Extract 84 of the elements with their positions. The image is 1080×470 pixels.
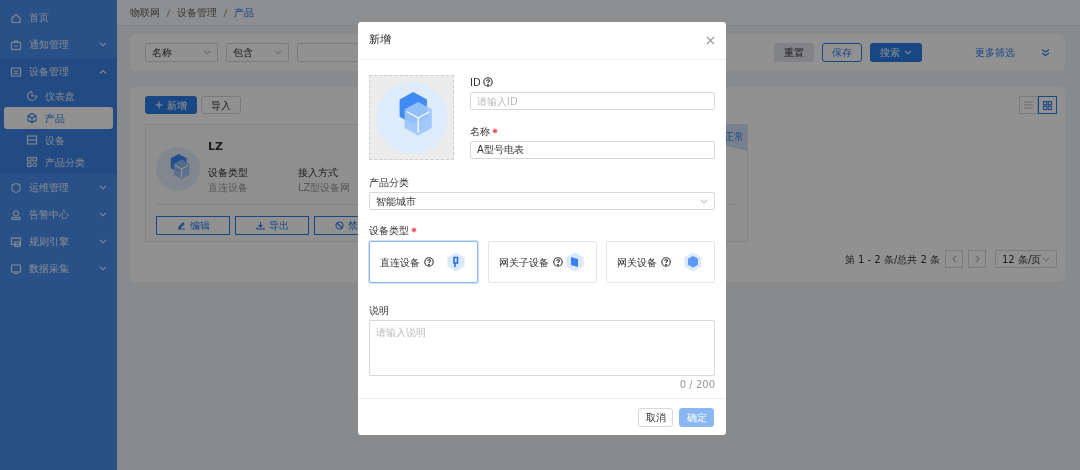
pie-chart-icon [26,90,38,102]
chevron-icon [99,266,107,271]
input-field[interactable]: A型号电表 [470,141,715,159]
filter-button[interactable]: 重置 [774,43,814,62]
sidebar-item[interactable]: 数据采集 [0,255,117,282]
chevron-icon [904,50,912,55]
chevron-icon [99,69,107,74]
chevron-icon [99,212,107,217]
card-action-button[interactable]: 导出 [235,215,309,235]
sidebar-item[interactable]: 产品分类 [4,151,113,173]
option-label: 网关设备 [617,255,657,270]
sidebar-item[interactable]: 设备管理 [0,58,117,85]
sidebar-item[interactable]: 通知管理 [0,31,117,58]
chevron-icon [99,239,107,244]
chevron-icon [99,42,107,47]
chevron-icon [99,185,107,190]
ban-icon [335,220,344,230]
person-icon [10,208,22,221]
breadcrumb-item: 产品 [234,6,254,20]
chevron-icon [1042,256,1050,262]
chevron-icon [700,198,708,204]
field-label: ID [470,75,481,90]
filter-button[interactable]: 搜索 [870,43,922,62]
screens-icon [10,235,22,248]
chevron-icon [274,50,282,55]
select-field[interactable]: 包含 [226,43,289,62]
field-label: 产品分类 [369,175,409,190]
description-field[interactable]: 请输入说明 [369,320,715,376]
list-icon [26,134,38,146]
pencil-icon [177,220,186,230]
chip-icon [445,251,467,273]
list-icon [10,65,22,78]
view-toggle[interactable] [1038,96,1057,114]
option-label: 网关子设备 [498,255,549,270]
breadcrumb-item[interactable]: 物联网 [130,5,160,20]
sidebar-item[interactable]: 产品 [4,107,113,129]
image-upload[interactable] [369,75,454,160]
field-label: 名称 [470,124,490,139]
filter-button[interactable]: 保存 [822,43,862,62]
category-icon [26,156,38,168]
close-icon[interactable] [706,36,715,45]
field-label: 设备类型 [208,165,249,180]
product-name: LZ [208,139,224,155]
field-label: 说明 [369,303,389,318]
field-label: 接入方式 [298,165,339,180]
chevron-right-icon [974,255,980,263]
more-filters-link[interactable]: 更多筛选 [975,45,1015,60]
shield-icon [10,181,22,194]
toolbar-button[interactable]: 新增 [145,96,197,114]
dialog-title: 新增 [369,32,391,49]
download-icon [256,220,265,230]
breadcrumb-separator [166,7,171,18]
sidebar-item[interactable]: 告警中心 [0,201,117,228]
card-action-button[interactable]: 编辑 [156,215,230,235]
chevron-icon [203,50,211,55]
option-label: 直连设备 [380,255,420,270]
select-field[interactable]: 智能城市 [369,192,715,210]
input-field[interactable]: 请输入ID [470,92,715,110]
breadcrumb-item[interactable]: 设备管理 [177,5,217,20]
pagination-summary: 第 1 - 2 条/总共 2 条 [844,252,940,267]
briefcase-icon [10,38,22,51]
home-icon [10,11,22,24]
cancel-button[interactable]: 取消 [638,407,673,427]
breadcrumb-separator [223,7,228,18]
panel-icon [563,251,586,273]
select-field[interactable]: 名称 [145,43,218,62]
chevron-left-icon [951,255,957,263]
plus-icon [155,101,163,109]
sidebar-item[interactable]: 首页 [0,4,117,31]
sidebar-item[interactable]: 设备 [4,129,113,151]
sidebar-item[interactable]: 规则引擎 [0,228,117,255]
device-type-option[interactable]: 直连设备 [369,241,478,283]
cube-icon [26,112,38,124]
monitor-icon [10,262,22,275]
page-size-select[interactable]: 12 条/页 [995,250,1057,268]
sidebar-item[interactable]: 仪表盘 [4,85,113,107]
device-type-option[interactable]: 网关子设备 [487,241,597,283]
character-counter: 0 / 200 [679,378,715,392]
device-type-option[interactable]: 网关设备 [606,241,715,283]
cube-icon [682,251,704,273]
double-chevron-icon[interactable] [1041,48,1050,57]
toolbar-button[interactable]: 导入 [201,96,241,114]
sidebar-item[interactable]: 运维管理 [0,174,117,201]
grid-icon [1043,100,1052,110]
